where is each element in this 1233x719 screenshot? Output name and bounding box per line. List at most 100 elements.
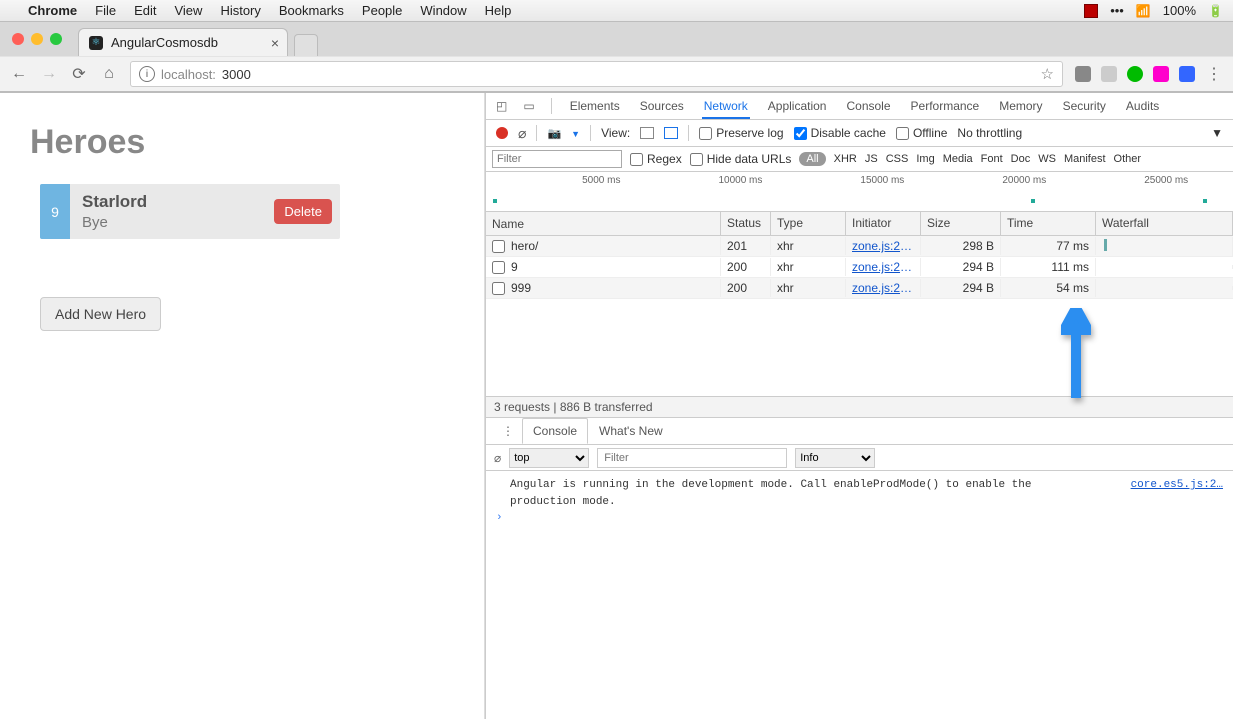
filter-type-other[interactable]: Other <box>1114 153 1142 165</box>
device-toolbar-icon[interactable]: ▭ <box>523 99 534 113</box>
tab-audits[interactable]: Audits <box>1124 93 1161 119</box>
bookmark-star-icon[interactable]: ☆ <box>1041 65 1054 83</box>
filter-type-manifest[interactable]: Manifest <box>1064 153 1106 165</box>
preserve-log-checkbox[interactable]: Preserve log <box>699 126 783 140</box>
filter-type-font[interactable]: Font <box>981 153 1003 165</box>
menu-people[interactable]: People <box>362 3 402 18</box>
tab-memory[interactable]: Memory <box>997 93 1044 119</box>
network-timeline[interactable]: 5000 ms 10000 ms 15000 ms 20000 ms 25000… <box>486 172 1233 212</box>
url-input[interactable]: i localhost:3000 ☆ <box>130 61 1063 87</box>
menu-edit[interactable]: Edit <box>134 3 156 18</box>
hide-data-urls-checkbox[interactable]: Hide data URLs <box>690 152 792 166</box>
drawer-tab-console[interactable]: Console <box>522 418 588 444</box>
recording-icon[interactable] <box>1084 4 1098 18</box>
extension-icon[interactable] <box>1075 66 1091 82</box>
filter-toggle-icon[interactable] <box>571 126 580 140</box>
close-window-button[interactable] <box>12 33 24 45</box>
row-checkbox[interactable] <box>492 282 505 295</box>
reload-button[interactable]: ⟳ <box>70 64 88 84</box>
offline-checkbox[interactable]: Offline <box>896 126 947 140</box>
console-source-link[interactable]: core.es5.js:2… <box>1131 477 1223 494</box>
col-time[interactable]: Time <box>1001 212 1096 235</box>
console-clear-icon[interactable] <box>494 451 501 465</box>
throttling-dropdown-icon[interactable]: ▼ <box>1211 126 1223 140</box>
browser-tab[interactable]: ⚛ AngularCosmosdb × <box>78 28 288 56</box>
filter-type-doc[interactable]: Doc <box>1011 153 1031 165</box>
tab-close-icon[interactable]: × <box>271 36 279 50</box>
back-button[interactable]: ← <box>10 65 28 83</box>
large-rows-icon[interactable] <box>640 127 654 139</box>
maximize-window-button[interactable] <box>50 33 62 45</box>
col-waterfall[interactable]: Waterfall <box>1096 212 1233 235</box>
console-message: Angular is running in the development mo… <box>496 477 1223 510</box>
clear-button[interactable] <box>518 125 526 142</box>
network-table-body: hero/ 201 xhr zone.js:26… 298 B 77 ms 9 … <box>486 236 1233 396</box>
filter-input[interactable] <box>492 150 622 168</box>
site-info-icon[interactable]: i <box>139 66 155 82</box>
tab-security[interactable]: Security <box>1061 93 1108 119</box>
col-type[interactable]: Type <box>771 212 846 235</box>
menu-bookmarks[interactable]: Bookmarks <box>279 3 344 18</box>
network-row[interactable]: hero/ 201 xhr zone.js:26… 298 B 77 ms <box>486 236 1233 257</box>
filter-type-media[interactable]: Media <box>943 153 973 165</box>
new-tab-button[interactable] <box>294 34 318 56</box>
filter-type-xhr[interactable]: XHR <box>834 153 857 165</box>
row-checkbox[interactable] <box>492 261 505 274</box>
waterfall-view-icon[interactable] <box>664 127 678 139</box>
inspect-element-icon[interactable]: ◰ <box>496 99 507 113</box>
menu-window[interactable]: Window <box>420 3 466 18</box>
home-button[interactable]: ⌂ <box>100 65 118 83</box>
tab-console[interactable]: Console <box>844 93 892 119</box>
filter-type-all[interactable]: All <box>799 152 825 166</box>
throttling-select[interactable]: No throttling <box>957 126 1022 140</box>
col-size[interactable]: Size <box>921 212 1001 235</box>
menu-file[interactable]: File <box>95 3 116 18</box>
network-row[interactable]: 9 200 xhr zone.js:26… 294 B 111 ms <box>486 257 1233 278</box>
browser-chrome: ⚛ AngularCosmosdb × ← → ⟳ ⌂ i localhost:… <box>0 22 1233 93</box>
col-status[interactable]: Status <box>721 212 771 235</box>
menu-help[interactable]: Help <box>485 3 512 18</box>
tab-elements[interactable]: Elements <box>568 93 622 119</box>
col-name[interactable]: Name <box>486 212 721 235</box>
app-menu[interactable]: Chrome <box>28 3 77 18</box>
regex-checkbox[interactable]: Regex <box>630 152 682 166</box>
add-hero-button[interactable]: Add New Hero <box>40 297 161 331</box>
console-filter-input[interactable] <box>597 448 787 468</box>
extension-icon[interactable] <box>1101 66 1117 82</box>
extension-icon[interactable] <box>1127 66 1143 82</box>
wifi-icon[interactable] <box>1136 3 1151 18</box>
drawer-tab-whatsnew[interactable]: What's New <box>588 418 674 444</box>
battery-icon[interactable] <box>1208 3 1223 18</box>
favicon-icon: ⚛ <box>89 36 103 50</box>
delete-button[interactable]: Delete <box>274 199 332 224</box>
screenshot-button[interactable] <box>547 126 561 140</box>
hero-card[interactable]: 9 Starlord Bye Delete <box>40 184 340 239</box>
network-row[interactable]: 999 200 xhr zone.js:26… 294 B 54 ms <box>486 278 1233 299</box>
tab-performance[interactable]: Performance <box>909 93 982 119</box>
filter-type-ws[interactable]: WS <box>1038 153 1056 165</box>
col-initiator[interactable]: Initiator <box>846 212 921 235</box>
disable-cache-checkbox[interactable]: Disable cache <box>794 126 886 140</box>
tab-network[interactable]: Network <box>702 93 750 119</box>
menu-view[interactable]: View <box>174 3 202 18</box>
tab-sources[interactable]: Sources <box>638 93 686 119</box>
console-output[interactable]: Angular is running in the development mo… <box>486 471 1233 719</box>
console-level-select[interactable]: Info <box>795 448 875 468</box>
chrome-menu-icon[interactable]: ⋮ <box>1205 64 1223 84</box>
row-checkbox[interactable] <box>492 240 505 253</box>
extension-icon[interactable] <box>1179 66 1195 82</box>
drawer-menu-icon[interactable] <box>494 424 522 438</box>
record-button[interactable] <box>496 127 508 139</box>
console-context-select[interactable]: top <box>509 448 589 468</box>
filter-type-img[interactable]: Img <box>916 153 934 165</box>
minimize-window-button[interactable] <box>31 33 43 45</box>
url-host: localhost: <box>161 67 216 82</box>
tab-application[interactable]: Application <box>766 93 829 119</box>
filter-type-js[interactable]: JS <box>865 153 878 165</box>
menu-history[interactable]: History <box>220 3 260 18</box>
filter-type-css[interactable]: CSS <box>886 153 909 165</box>
console-prompt-icon[interactable]: › <box>496 510 1223 527</box>
menu-extra-icon[interactable]: ••• <box>1110 3 1124 18</box>
page-title: Heroes <box>30 123 454 162</box>
extension-icon[interactable] <box>1153 66 1169 82</box>
